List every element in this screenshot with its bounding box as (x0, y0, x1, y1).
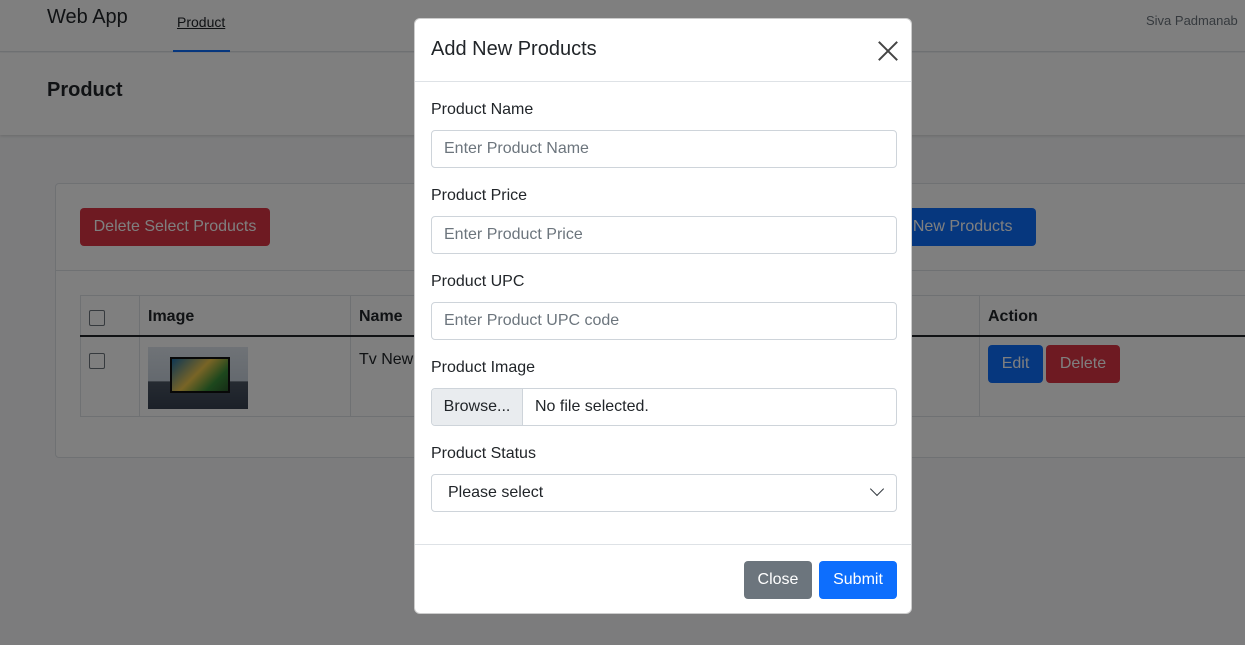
product-name-label: Product Name (431, 101, 534, 118)
browse-button[interactable]: Browse... (432, 389, 523, 425)
modal-footer: Close Submit (415, 544, 911, 615)
chevron-down-icon (869, 481, 885, 497)
modal-title: Add New Products (431, 38, 597, 60)
product-image-label: Product Image (431, 359, 536, 376)
submit-button[interactable]: Submit (819, 561, 897, 599)
add-product-modal: Add New Products Product Name Product Pr… (414, 18, 912, 614)
close-button[interactable]: Close (744, 561, 812, 599)
file-status-text: No file selected. (535, 398, 649, 415)
product-image-file-input[interactable]: Browse... No file selected. (431, 388, 897, 426)
product-price-input[interactable] (431, 216, 897, 254)
product-upc-input[interactable] (431, 302, 897, 340)
product-upc-label: Product UPC (431, 273, 525, 290)
modal-header: Add New Products (415, 19, 911, 82)
product-status-label: Product Status (431, 445, 536, 462)
close-icon[interactable] (877, 40, 899, 62)
product-status-select[interactable]: Please select (431, 474, 897, 512)
status-selected-value: Please select (448, 484, 544, 501)
product-price-label: Product Price (431, 187, 528, 204)
product-name-input[interactable] (431, 130, 897, 168)
